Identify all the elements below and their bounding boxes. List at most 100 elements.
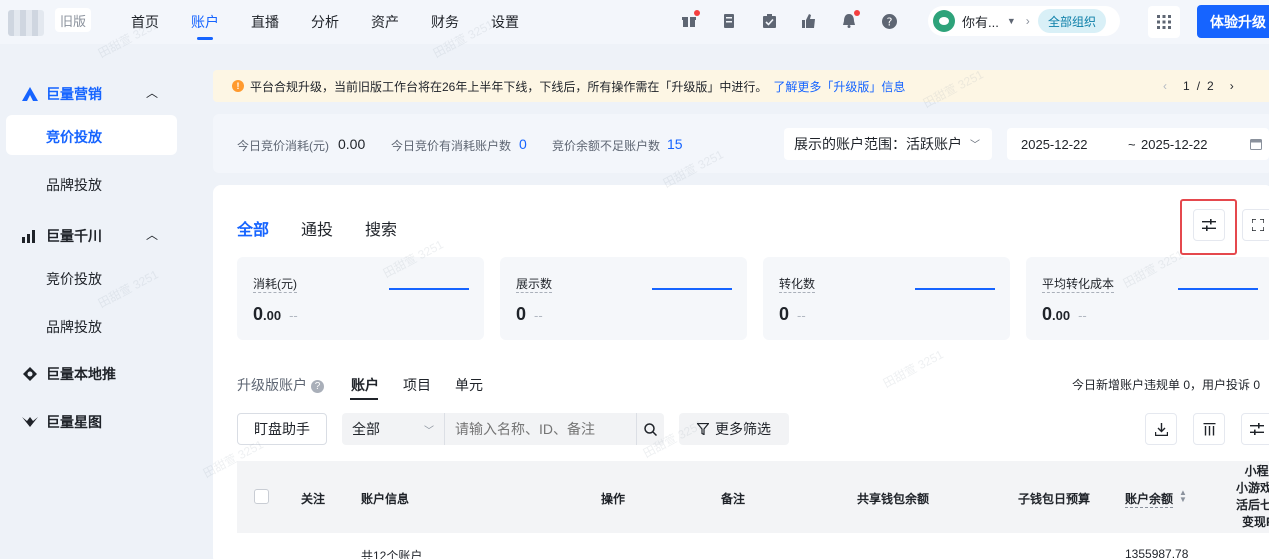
fullscreen-icon — [1252, 219, 1264, 231]
tab-accounts[interactable]: 账户 — [351, 375, 379, 395]
nav-assets[interactable]: 资产 — [371, 12, 399, 32]
sidebar-item-qc-bidding-ads[interactable]: 竞价投放 — [46, 269, 102, 289]
summary-value-active-accounts[interactable]: 0 — [519, 136, 527, 152]
col-header-account-balance[interactable]: 账户余额 — [1125, 490, 1174, 508]
col-header-shared-wallet-balance[interactable]: 共享钱包余额 — [857, 490, 929, 507]
col-header-notes[interactable]: 备注 — [721, 490, 745, 507]
bell-icon[interactable] — [840, 10, 860, 30]
sidebar-item-brand-ads[interactable]: 品牌投放 — [46, 175, 102, 195]
date-end[interactable]: 2025-12-22 — [1141, 137, 1208, 152]
sub-tab-active-indicator — [350, 398, 378, 400]
sidebar-group-local-promo[interactable]: 巨量本地推 — [22, 364, 116, 384]
metric-label: 转化数 — [779, 277, 816, 293]
nav-home[interactable]: 首页 — [131, 12, 159, 32]
search-button[interactable] — [636, 413, 664, 445]
page-separator: / — [1196, 79, 1201, 93]
metric-sparkline — [652, 288, 732, 290]
col-header-follow[interactable]: 关注 — [301, 490, 325, 507]
column-settings-button[interactable] — [1193, 413, 1225, 445]
search-input[interactable] — [445, 413, 637, 445]
apps-grid-button[interactable] — [1148, 6, 1180, 38]
star-map-icon — [22, 417, 38, 427]
select-all-checkbox[interactable] — [254, 489, 269, 504]
chevron-right-icon[interactable]: › — [1230, 79, 1234, 93]
sidebar-item-bidding-ads[interactable]: 竞价投放 — [46, 127, 102, 147]
old-version-badge[interactable]: 旧版 — [55, 8, 91, 32]
metric-card-avg-conversion-cost[interactable]: 平均转化成本 0.00 -- — [1026, 257, 1269, 340]
download-button[interactable] — [1145, 413, 1177, 445]
help-icon[interactable]: ? — [311, 379, 324, 393]
metric-sparkline — [1178, 288, 1258, 290]
sidebar-group-label: 巨量营销 — [46, 86, 102, 102]
columns-icon — [1203, 422, 1215, 435]
bar-chart-icon — [22, 230, 35, 243]
more-filters-label: 更多筛选 — [715, 421, 771, 437]
date-range-picker[interactable]: 2025-12-22 ~ 2025-12-22 — [1007, 128, 1269, 160]
tab-projects[interactable]: 项目 — [403, 375, 431, 395]
document-icon[interactable] — [720, 12, 738, 30]
chevron-up-icon[interactable]: ︿ — [146, 226, 158, 243]
sidebar-item-qc-brand-ads[interactable]: 品牌投放 — [46, 317, 102, 337]
metric-label: 展示数 — [516, 277, 553, 293]
col-header-actions[interactable]: 操作 — [601, 490, 625, 507]
tab-all[interactable]: 全部 — [237, 216, 269, 240]
compliance-notice-banner: ! 平台合规升级，当前旧版工作台将在26年上半年下线，下线后，所有操作需在「升级… — [213, 70, 1269, 102]
account-count-label: 共12个账户 — [361, 549, 423, 559]
chevron-right-icon: › — [1025, 14, 1030, 28]
sidebar-group-juliang-qianchuan[interactable]: 巨量千川 — [22, 226, 102, 246]
metric-card-conversions[interactable]: 转化数 0 -- — [763, 257, 1010, 340]
gift-icon[interactable] — [680, 10, 700, 30]
chevron-down-icon: ﹀ — [970, 140, 980, 151]
chevron-left-icon[interactable]: ‹ — [1163, 79, 1167, 93]
fullscreen-button[interactable] — [1242, 209, 1269, 241]
svg-text:?: ? — [886, 15, 892, 28]
tab-upgraded-accounts[interactable]: 升级版账户? — [237, 375, 324, 395]
col-header-account-info[interactable]: 账户信息 — [361, 490, 409, 507]
tab-search[interactable]: 搜索 — [365, 216, 397, 240]
sliders-icon — [1250, 423, 1264, 435]
caret-down-icon: ▼ — [1006, 16, 1016, 26]
watch-assistant-button[interactable]: 盯盘助手 — [237, 413, 327, 445]
nav-analysis[interactable]: 分析 — [311, 12, 339, 32]
filter-type-select[interactable]: 全部 ﹀ — [342, 413, 446, 445]
account-scope-select[interactable]: 展示的账户范围：活跃账户 ﹀ — [784, 128, 992, 160]
sidebar-group-star-map[interactable]: 巨量星图 — [22, 412, 102, 432]
metric-value: 0.00 -- — [253, 304, 298, 324]
brand-logo[interactable] — [8, 10, 44, 36]
tab-general-delivery[interactable]: 通投 — [301, 216, 333, 240]
nav-account[interactable]: 账户 — [191, 12, 219, 32]
org-selector[interactable]: 全部组织 — [1038, 9, 1106, 33]
warning-icon: ! — [232, 80, 244, 92]
nav-live[interactable]: 直播 — [251, 12, 279, 32]
metric-card-spend[interactable]: 消耗(元) 0.00 -- — [237, 257, 484, 340]
col-header-mini-program-roi[interactable]: 小程序, 小游戏激 活后七日 变现RO — [1224, 463, 1269, 531]
summary-value-low-balance[interactable]: 15 — [667, 136, 683, 152]
more-filters-button[interactable]: 更多筛选 — [679, 413, 789, 445]
nav-settings[interactable]: 设置 — [491, 12, 519, 32]
banner-pager: ‹ 1 / 2 › — [1163, 79, 1234, 93]
date-start[interactable]: 2025-12-22 — [1021, 137, 1088, 152]
page-total: 2 — [1207, 79, 1214, 93]
table-settings-button[interactable] — [1241, 413, 1269, 445]
help-icon[interactable]: ? — [880, 12, 898, 30]
metric-card-impressions[interactable]: 展示数 0 -- — [500, 257, 747, 340]
page-indicator: 1 / 2 — [1183, 79, 1214, 93]
nav-finance[interactable]: 财务 — [431, 12, 459, 32]
metric-value: 0 -- — [516, 304, 543, 324]
metric-value: 0 -- — [779, 304, 806, 324]
upgrade-experience-button[interactable]: 体验升级 — [1197, 5, 1269, 38]
summary-value-spend: 0.00 — [338, 136, 366, 152]
summary-label-low-balance: 竞价余额不足账户数 — [552, 139, 661, 153]
learn-more-link[interactable]: 了解更多「升级版」信息 — [773, 78, 905, 95]
sort-icon[interactable]: ▲ ▼ — [1179, 489, 1187, 504]
sidebar-group-juliang-marketing[interactable]: 巨量营销 — [22, 84, 102, 104]
sidebar-group-label: 巨量千川 — [46, 228, 102, 244]
total-account-balance: 1355987.78 — [1125, 547, 1189, 559]
chevron-up-icon[interactable]: ︿ — [146, 84, 158, 101]
violation-summary-text[interactable]: 今日新增账户违规单 0，用户投诉 0 — [1072, 376, 1260, 393]
col-header-sub-wallet-budget[interactable]: 子钱包日预算 — [1018, 490, 1090, 507]
thumbs-up-icon[interactable] — [800, 12, 818, 30]
clipboard-check-icon[interactable] — [760, 12, 778, 30]
tab-units[interactable]: 单元 — [455, 375, 483, 395]
page-current: 1 — [1183, 79, 1190, 93]
